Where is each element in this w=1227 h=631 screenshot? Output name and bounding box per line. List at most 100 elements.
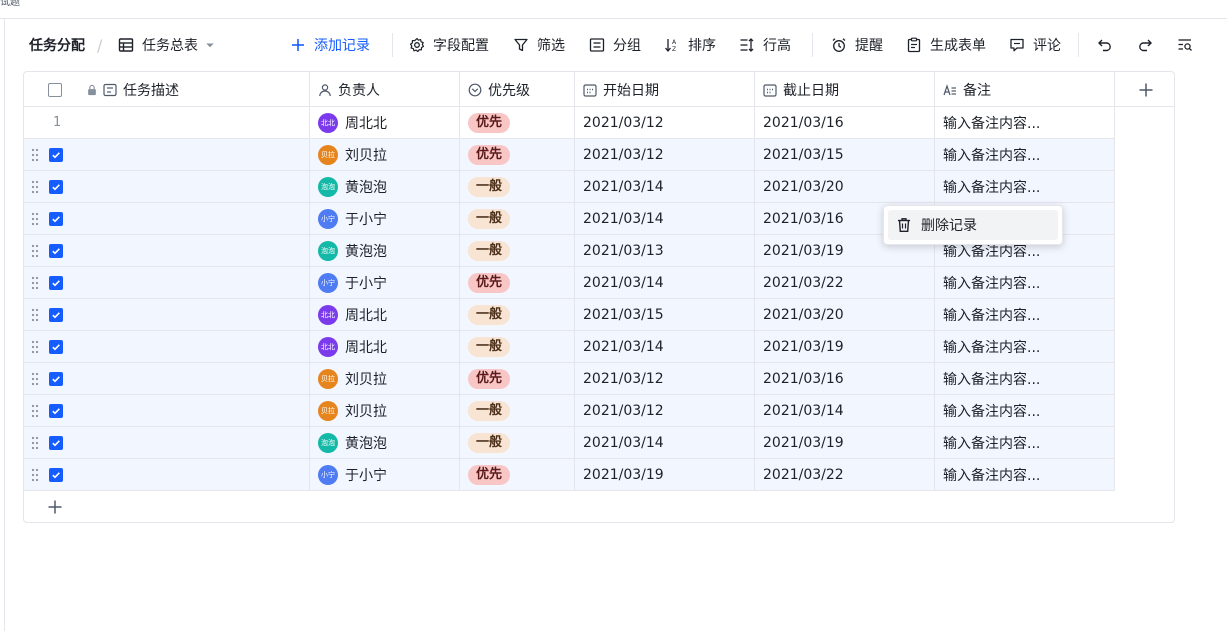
- note-cell[interactable]: 输入备注内容...: [935, 267, 1115, 298]
- column-header-priority[interactable]: 优先级: [460, 72, 575, 107]
- task-desc-cell[interactable]: [24, 139, 310, 170]
- start-date-cell[interactable]: 2021/03/14: [575, 267, 755, 298]
- priority-cell[interactable]: 优先: [460, 363, 575, 394]
- drag-handle-icon[interactable]: [31, 276, 39, 290]
- column-header-due[interactable]: 截止日期: [755, 72, 935, 107]
- table-row[interactable]: 泡泡 黄泡泡 一般 2021/03/14 2021/03/19 输入备注内容...: [24, 427, 1115, 459]
- task-desc-cell[interactable]: [24, 459, 310, 490]
- due-date-cell[interactable]: 2021/03/20: [755, 299, 935, 330]
- drag-handle-icon[interactable]: [31, 340, 39, 354]
- row-checkbox[interactable]: [49, 180, 63, 194]
- row-checkbox[interactable]: [49, 436, 63, 450]
- owner-cell[interactable]: 小宁 于小宁: [310, 267, 460, 298]
- table-row[interactable]: 贝拉 刘贝拉 一般 2021/03/12 2021/03/14 输入备注内容...: [24, 395, 1115, 427]
- task-desc-cell[interactable]: [24, 395, 310, 426]
- owner-cell[interactable]: 北北 周北北: [310, 331, 460, 362]
- drag-handle-icon[interactable]: [31, 244, 39, 258]
- priority-cell[interactable]: 一般: [460, 395, 575, 426]
- start-date-cell[interactable]: 2021/03/19: [575, 459, 755, 490]
- filter-button[interactable]: 筛选: [513, 30, 565, 60]
- table-row[interactable]: 小宁 于小宁 优先 2021/03/14 2021/03/22 输入备注内容...: [24, 267, 1115, 299]
- drag-handle-icon[interactable]: [31, 436, 39, 450]
- field-config-button[interactable]: 字段配置: [409, 30, 489, 60]
- table-row[interactable]: 北北 周北北 一般 2021/03/15 2021/03/20 输入备注内容...: [24, 299, 1115, 331]
- start-date-cell[interactable]: 2021/03/15: [575, 299, 755, 330]
- start-date-cell[interactable]: 2021/03/12: [575, 139, 755, 170]
- owner-cell[interactable]: 北北 周北北: [310, 299, 460, 330]
- redo-button[interactable]: [1137, 30, 1161, 60]
- row-checkbox[interactable]: [49, 372, 63, 386]
- add-row-icon[interactable]: [47, 499, 63, 515]
- note-cell[interactable]: 输入备注内容...: [935, 139, 1115, 170]
- search-records-button[interactable]: [1177, 30, 1201, 60]
- task-desc-cell[interactable]: 1: [24, 107, 310, 138]
- owner-cell[interactable]: 贝拉 刘贝拉: [310, 139, 460, 170]
- due-date-cell[interactable]: 2021/03/19: [755, 427, 935, 458]
- note-cell[interactable]: 输入备注内容...: [935, 331, 1115, 362]
- owner-cell[interactable]: 小宁 于小宁: [310, 459, 460, 490]
- table-row[interactable]: 小宁 于小宁 优先 2021/03/19 2021/03/22 输入备注内容...: [24, 459, 1115, 491]
- priority-cell[interactable]: 一般: [460, 299, 575, 330]
- note-cell[interactable]: 输入备注内容...: [935, 107, 1115, 138]
- due-date-cell[interactable]: 2021/03/22: [755, 267, 935, 298]
- row-checkbox[interactable]: [49, 148, 63, 162]
- row-checkbox[interactable]: [49, 244, 63, 258]
- note-cell[interactable]: 输入备注内容...: [935, 363, 1115, 394]
- owner-cell[interactable]: 贝拉 刘贝拉: [310, 363, 460, 394]
- add-column-icon[interactable]: [1138, 82, 1154, 98]
- start-date-cell[interactable]: 2021/03/14: [575, 331, 755, 362]
- remind-button[interactable]: 提醒: [831, 30, 883, 60]
- row-height-button[interactable]: 行高: [739, 30, 791, 60]
- owner-cell[interactable]: 贝拉 刘贝拉: [310, 395, 460, 426]
- drag-handle-icon[interactable]: [31, 148, 39, 162]
- owner-cell[interactable]: 泡泡 黄泡泡: [310, 427, 460, 458]
- task-desc-cell[interactable]: [24, 203, 310, 234]
- row-checkbox[interactable]: [49, 340, 63, 354]
- delete-record-menu-item[interactable]: 删除记录: [888, 210, 1058, 240]
- undo-button[interactable]: [1097, 30, 1121, 60]
- drag-handle-icon[interactable]: [31, 212, 39, 226]
- priority-cell[interactable]: 优先: [460, 107, 575, 138]
- due-date-cell[interactable]: 2021/03/16: [755, 363, 935, 394]
- row-checkbox[interactable]: [49, 276, 63, 290]
- drag-handle-icon[interactable]: [31, 180, 39, 194]
- generate-form-button[interactable]: 生成表单: [906, 30, 986, 60]
- priority-cell[interactable]: 一般: [460, 235, 575, 266]
- owner-cell[interactable]: 泡泡 黄泡泡: [310, 235, 460, 266]
- row-checkbox[interactable]: [49, 404, 63, 418]
- table-row[interactable]: 1 北北 周北北 优先 2021/03/12 2021/03/16 输入备注内容...: [24, 107, 1115, 139]
- task-desc-cell[interactable]: [24, 235, 310, 266]
- drag-handle-icon[interactable]: [31, 468, 39, 482]
- due-date-cell[interactable]: 2021/03/15: [755, 139, 935, 170]
- column-header-owner[interactable]: 负责人: [310, 72, 460, 107]
- column-header-desc[interactable]: 任务描述: [24, 72, 310, 107]
- note-cell[interactable]: 输入备注内容...: [935, 299, 1115, 330]
- select-all-checkbox[interactable]: [48, 82, 62, 97]
- due-date-cell[interactable]: 2021/03/14: [755, 395, 935, 426]
- owner-cell[interactable]: 小宁 于小宁: [310, 203, 460, 234]
- priority-cell[interactable]: 优先: [460, 267, 575, 298]
- start-date-cell[interactable]: 2021/03/14: [575, 171, 755, 202]
- due-date-cell[interactable]: 2021/03/20: [755, 171, 935, 202]
- task-desc-cell[interactable]: [24, 299, 310, 330]
- start-date-cell[interactable]: 2021/03/14: [575, 427, 755, 458]
- add-record-button[interactable]: 添加记录: [290, 30, 370, 60]
- drag-handle-icon[interactable]: [31, 372, 39, 386]
- drag-handle-icon[interactable]: [31, 404, 39, 418]
- task-desc-cell[interactable]: [24, 427, 310, 458]
- table-row[interactable]: 贝拉 刘贝拉 优先 2021/03/12 2021/03/16 输入备注内容...: [24, 363, 1115, 395]
- comment-button[interactable]: 评论: [1009, 30, 1061, 60]
- priority-cell[interactable]: 一般: [460, 427, 575, 458]
- note-cell[interactable]: 输入备注内容...: [935, 395, 1115, 426]
- row-checkbox[interactable]: [49, 212, 63, 226]
- due-date-cell[interactable]: 2021/03/19: [755, 331, 935, 362]
- group-button[interactable]: 分组: [589, 30, 641, 60]
- owner-cell[interactable]: 北北 周北北: [310, 107, 460, 138]
- priority-cell[interactable]: 一般: [460, 171, 575, 202]
- drag-handle-icon[interactable]: [31, 308, 39, 322]
- start-date-cell[interactable]: 2021/03/12: [575, 395, 755, 426]
- note-cell[interactable]: 输入备注内容...: [935, 171, 1115, 202]
- due-date-cell[interactable]: 2021/03/16: [755, 107, 935, 138]
- priority-cell[interactable]: 优先: [460, 139, 575, 170]
- sheet-selector[interactable]: 任务总表: [118, 30, 216, 60]
